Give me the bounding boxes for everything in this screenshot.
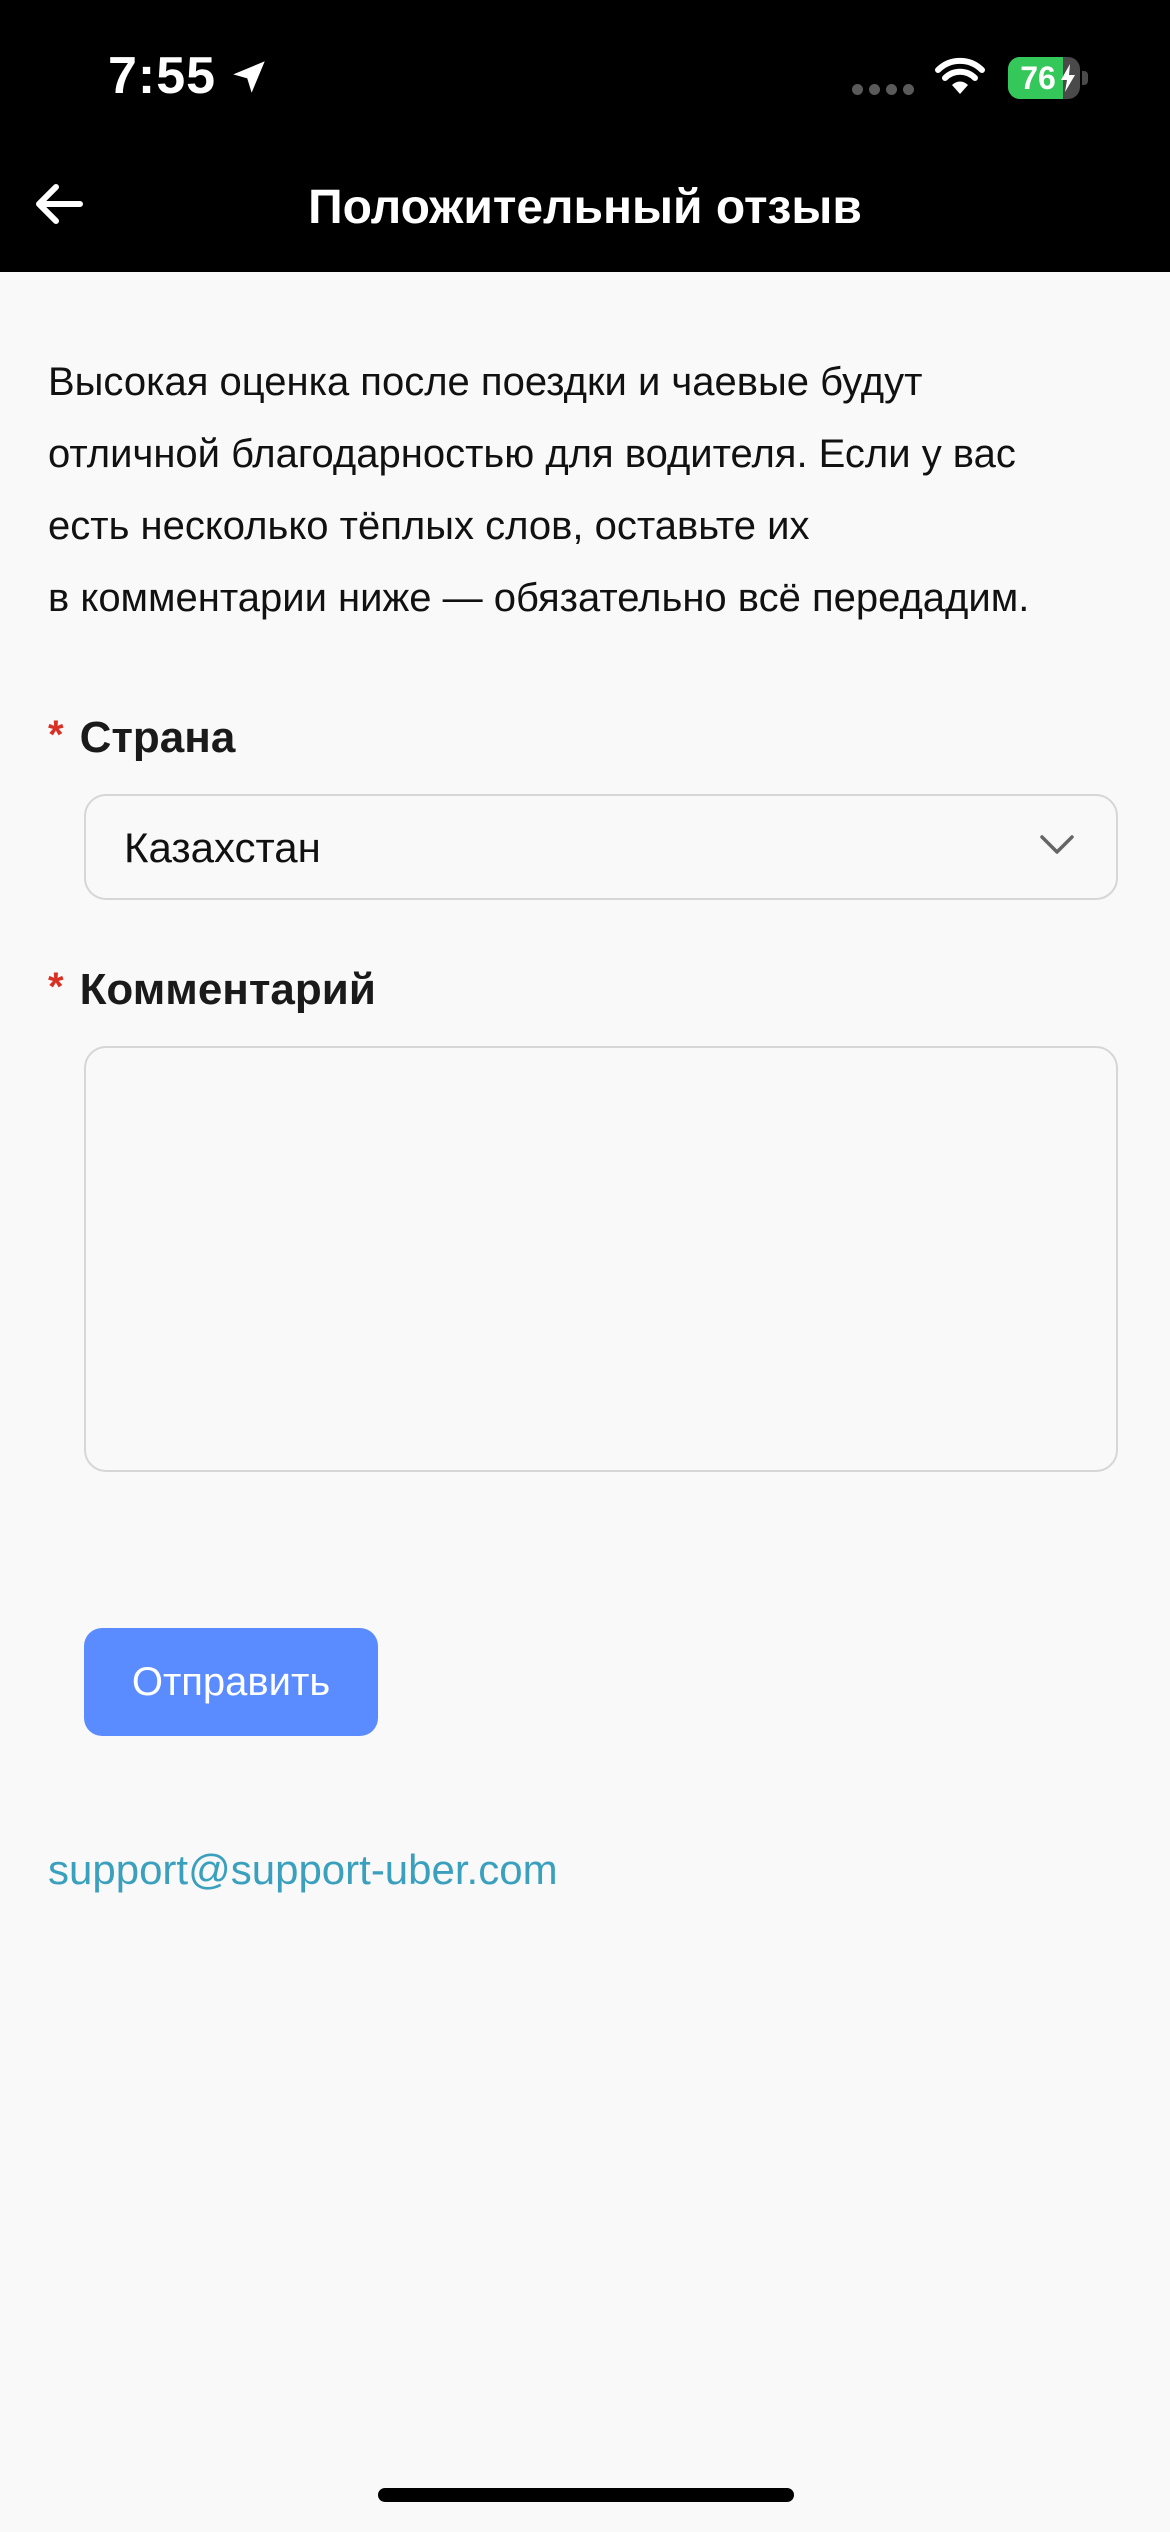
battery-percent: 76 [1020,60,1056,96]
page-title: Положительный отзыв [308,181,862,234]
country-label-text: Страна [79,713,236,762]
country-select-value: Казахстан [124,824,321,871]
country-select[interactable]: Казахстан [84,794,1118,900]
wifi-icon [935,57,985,94]
support-email-link[interactable]: support@support-uber.com [48,1840,558,1900]
intro-line: отличной благодарностью для водителя. Ес… [48,432,1016,476]
required-mark: * [48,965,64,1009]
submit-button[interactable]: Отправить [84,1628,378,1736]
location-arrow-icon [233,61,265,93]
nav-bar: Положительный отзыв [0,150,1170,272]
home-indicator [378,2488,794,2502]
comment-label-text: Комментарий [79,965,376,1014]
status-bar: 7:55 76 [0,0,1170,150]
battery-charging-icon: 76 [1008,57,1088,99]
intro-text: Высокая оценка после поездки и чаевые бу… [48,346,1138,634]
intro-line: Высокая оценка после поездки и чаевые бу… [48,360,923,404]
cellular-signal-icon [852,84,914,96]
status-time: 7:55 [108,47,217,105]
country-label: * Страна [48,708,235,769]
chevron-down-icon [1040,835,1074,854]
bolt-icon [1061,64,1075,92]
intro-line: в комментарии ниже — обязательно всё пер… [48,576,1030,620]
comment-textarea[interactable] [84,1046,1118,1472]
required-mark: * [48,713,64,757]
intro-line: есть несколько тёплых слов, оставьте их [48,504,810,548]
comment-label: * Комментарий [48,960,376,1021]
